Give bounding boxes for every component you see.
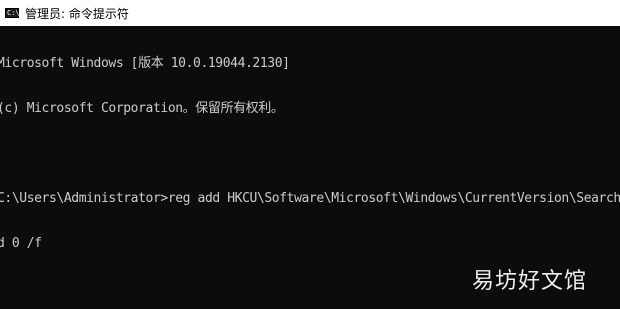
title-bar[interactable]: C:\ 管理员: 命令提示符 bbox=[0, 0, 620, 26]
command-prompt-window: C:\ 管理员: 命令提示符 Microsoft Windows [版本 10.… bbox=[0, 0, 620, 309]
console-line: Microsoft Windows [版本 10.0.19044.2130] bbox=[0, 56, 290, 71]
console-line: (c) Microsoft Corporation。保留所有权利。 bbox=[0, 101, 284, 116]
window-title: 管理员: 命令提示符 bbox=[25, 6, 129, 21]
watermark: 易坊好文馆 bbox=[472, 269, 588, 294]
console-icon: C:\ bbox=[5, 8, 20, 18]
command-line: C:\Users\Administrator>reg add HKCU\Soft… bbox=[0, 191, 620, 206]
command-line-continuation: d 0 /f bbox=[0, 236, 42, 251]
console-icon-glyph: C:\ bbox=[7, 9, 20, 17]
